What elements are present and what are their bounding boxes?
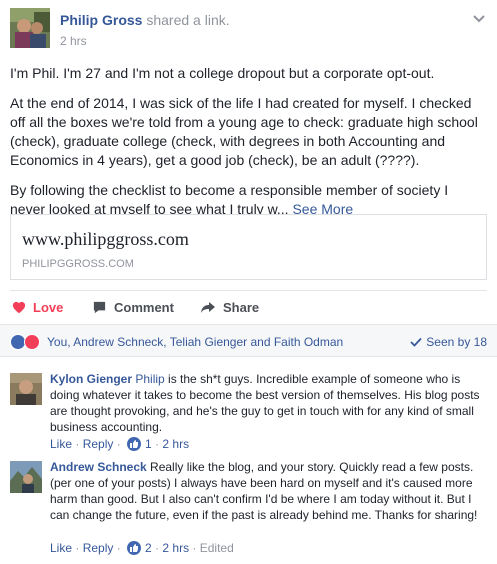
post-paragraph: At the end of 2014, I was sick of the li… <box>10 95 478 168</box>
checkmark-icon <box>410 337 422 347</box>
seen-by-label: Seen by 18 <box>426 335 487 349</box>
comment-author[interactable]: Andrew Schneck <box>50 460 147 474</box>
author-avatar[interactable] <box>10 8 50 48</box>
author-line: Philip Gross shared a link. <box>60 12 230 28</box>
comment-meta: Like · Reply · 1 · 2 hrs <box>50 436 189 452</box>
post-header: Philip Gross shared a link. 2 hrs <box>10 8 487 52</box>
separator: · <box>72 437 83 451</box>
comment-item: Andrew Schneck Really like the blog, and… <box>10 458 487 560</box>
author-name[interactable]: Philip Gross <box>60 12 142 28</box>
comment-timestamp[interactable]: 2 hrs <box>162 540 189 556</box>
comment-reply-button[interactable]: Reply <box>83 436 114 452</box>
comment-label: Comment <box>114 300 174 315</box>
comment-edited-label[interactable]: · Edited <box>189 540 233 556</box>
comment-mention[interactable]: Philip <box>135 372 164 386</box>
post-timestamp[interactable]: 2 hrs <box>60 34 87 48</box>
love-button[interactable]: Love <box>12 300 63 315</box>
chevron-down-icon[interactable] <box>471 10 487 26</box>
separator: · <box>72 541 83 555</box>
comment-like-button[interactable]: Like <box>50 436 72 452</box>
seen-by[interactable]: Seen by 18 <box>410 335 487 349</box>
comment-author[interactable]: Kylon Gienger <box>50 372 132 386</box>
comment-text: Andrew Schneck Really like the blog, and… <box>50 459 487 523</box>
heart-icon <box>12 301 26 313</box>
comment-text: Kylon Gienger Philip is the sh*t guys. I… <box>50 371 487 435</box>
comment-button[interactable]: Comment <box>92 300 174 315</box>
separator: · <box>151 437 163 451</box>
love-reaction-icon <box>24 334 40 350</box>
comment-item: Kylon Gienger Philip is the sh*t guys. I… <box>10 370 487 456</box>
comment-reply-button[interactable]: Reply <box>83 540 114 556</box>
commenter-avatar[interactable] <box>10 373 42 405</box>
separator: · <box>113 541 125 555</box>
reactions-bar: You, Andrew Schneck, Teliah Gienger and … <box>0 324 497 357</box>
comment-like-button[interactable]: Like <box>50 540 72 556</box>
post-paragraph-text: By following the checklist to become a r… <box>10 182 449 217</box>
comment-icon <box>93 301 106 314</box>
love-label: Love <box>33 300 64 315</box>
comment-meta: Like · Reply · 2 · 2 hrs · Edited <box>50 540 234 556</box>
comment-like-count[interactable]: 2 <box>145 540 152 556</box>
post-actions: Love Comment Share <box>10 290 487 322</box>
comment-like-count[interactable]: 1 <box>145 436 152 452</box>
commenter-avatar[interactable] <box>10 461 42 493</box>
reaction-names[interactable]: You, Andrew Schneck, Teliah Gienger and … <box>47 335 343 349</box>
share-button[interactable]: Share <box>200 300 259 315</box>
separator: · <box>113 437 125 451</box>
like-count-icon <box>127 437 142 451</box>
shared-label: shared a link. <box>142 12 230 28</box>
reaction-icons[interactable] <box>10 334 40 350</box>
comment-timestamp[interactable]: 2 hrs <box>162 436 189 452</box>
link-preview-card[interactable]: www.philipggross.com PHILIPGGROSS.COM <box>10 214 487 280</box>
link-title[interactable]: www.philipggross.com <box>22 229 189 250</box>
post-body: I'm Phil. I'm 27 and I'm not a college d… <box>10 64 486 230</box>
share-icon <box>201 301 215 313</box>
like-count-icon <box>127 541 142 555</box>
separator: · <box>151 541 163 555</box>
share-label: Share <box>223 300 260 315</box>
post-paragraph: I'm Phil. I'm 27 and I'm not a college d… <box>10 65 435 81</box>
link-domain: PHILIPGGROSS.COM <box>22 258 134 270</box>
